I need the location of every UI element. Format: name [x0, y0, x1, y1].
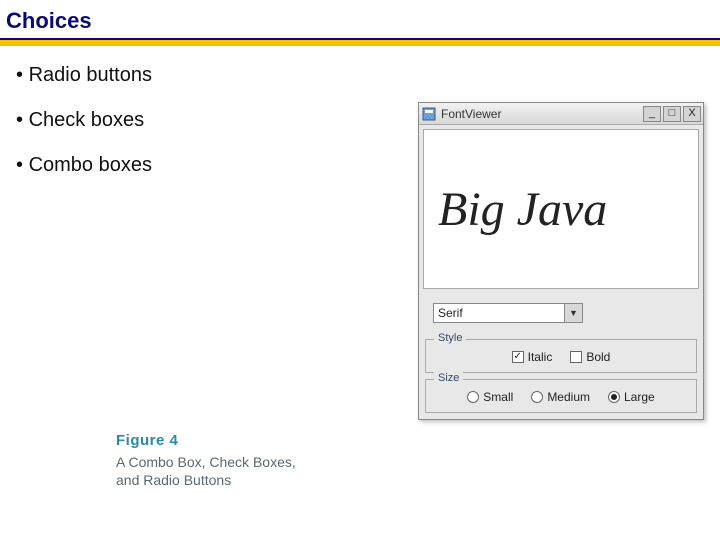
slide-title: Choices [0, 0, 720, 40]
minimize-button[interactable]: _ [643, 106, 661, 122]
radio-dot-icon [611, 394, 617, 400]
radio-icon [467, 391, 479, 403]
maximize-button[interactable]: □ [663, 106, 681, 122]
style-legend: Style [434, 332, 466, 344]
preview-canvas: Big Java [423, 129, 699, 289]
checkbox-label: Italic [528, 350, 553, 364]
chevron-down-icon[interactable]: ▼ [564, 304, 582, 322]
bold-checkbox[interactable]: Bold [570, 350, 610, 364]
checkbox-icon [570, 351, 582, 363]
combo-selected-value: Serif [434, 304, 564, 322]
size-legend: Size [434, 372, 463, 384]
figure-text-line: A Combo Box, Check Boxes, [116, 453, 296, 471]
figure-number: Figure 4 [116, 432, 296, 449]
figure-caption: Figure 4 A Combo Box, Check Boxes, and R… [116, 432, 296, 489]
style-group: Style ✓ Italic Bold [425, 339, 697, 373]
italic-checkbox[interactable]: ✓ Italic [512, 350, 553, 364]
style-options: ✓ Italic Bold [432, 350, 690, 364]
small-radio[interactable]: Small [467, 390, 513, 404]
checkbox-icon: ✓ [512, 351, 524, 363]
sample-text: Big Java [438, 182, 607, 237]
figure-text-line: and Radio Buttons [116, 471, 296, 489]
close-button[interactable]: X [683, 106, 701, 122]
radio-icon [531, 391, 543, 403]
medium-radio[interactable]: Medium [531, 390, 590, 404]
checkbox-label: Bold [586, 350, 610, 364]
large-radio[interactable]: Large [608, 390, 655, 404]
combo-arrow-glyph: ▼ [569, 308, 578, 318]
app-icon [421, 106, 437, 122]
radio-icon [608, 391, 620, 403]
window-buttons: _ □ X [643, 106, 701, 122]
titlebar[interactable]: FontViewer _ □ X [419, 103, 703, 125]
radio-label: Large [624, 390, 655, 404]
window-title: FontViewer [441, 107, 643, 121]
list-item: Radio buttons [16, 64, 720, 87]
radio-label: Small [483, 390, 513, 404]
radio-label: Medium [547, 390, 590, 404]
size-group: Size Small Medium Large [425, 379, 697, 413]
combo-row: Serif ▼ [419, 293, 703, 337]
app-window: FontViewer _ □ X Big Java Serif ▼ Style … [418, 102, 704, 420]
size-options: Small Medium Large [432, 390, 690, 404]
font-combo[interactable]: Serif ▼ [433, 303, 583, 323]
